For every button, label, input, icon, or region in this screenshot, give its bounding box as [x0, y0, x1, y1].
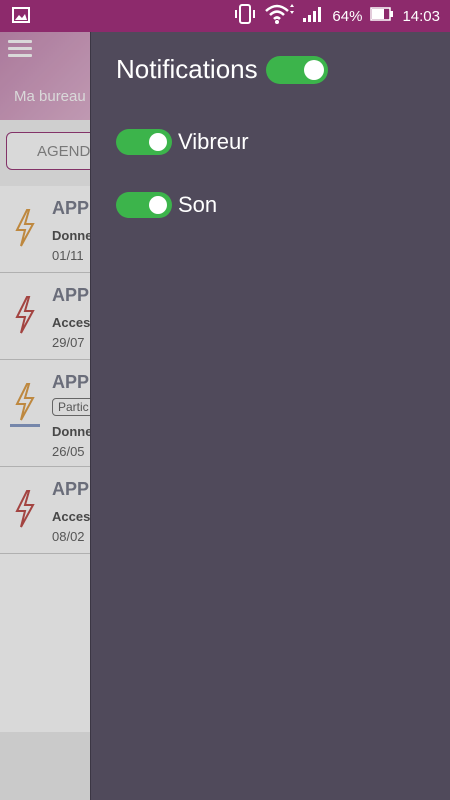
image-icon	[12, 7, 30, 27]
signal-icon	[302, 5, 324, 27]
clock: 14:03	[402, 7, 440, 25]
son-row: Son	[116, 192, 217, 218]
vibrate-icon	[234, 4, 256, 28]
status-bar: 64% 14:03	[0, 0, 450, 32]
wifi-icon	[264, 3, 295, 29]
battery-percent: 64%	[332, 7, 363, 25]
notifications-row: Notifications	[116, 54, 328, 85]
notifications-toggle[interactable]	[265, 55, 328, 84]
vibreur-toggle[interactable]	[116, 129, 172, 155]
notifications-label: Notifications	[116, 54, 258, 84]
vibreur-row: Vibreur	[116, 129, 249, 155]
battery-icon	[370, 6, 394, 26]
son-toggle[interactable]	[116, 192, 172, 218]
settings-drawer: Notifications Vibreur Son	[90, 32, 450, 800]
son-label: Son	[178, 192, 218, 217]
vibreur-label: Vibreur	[178, 129, 249, 154]
